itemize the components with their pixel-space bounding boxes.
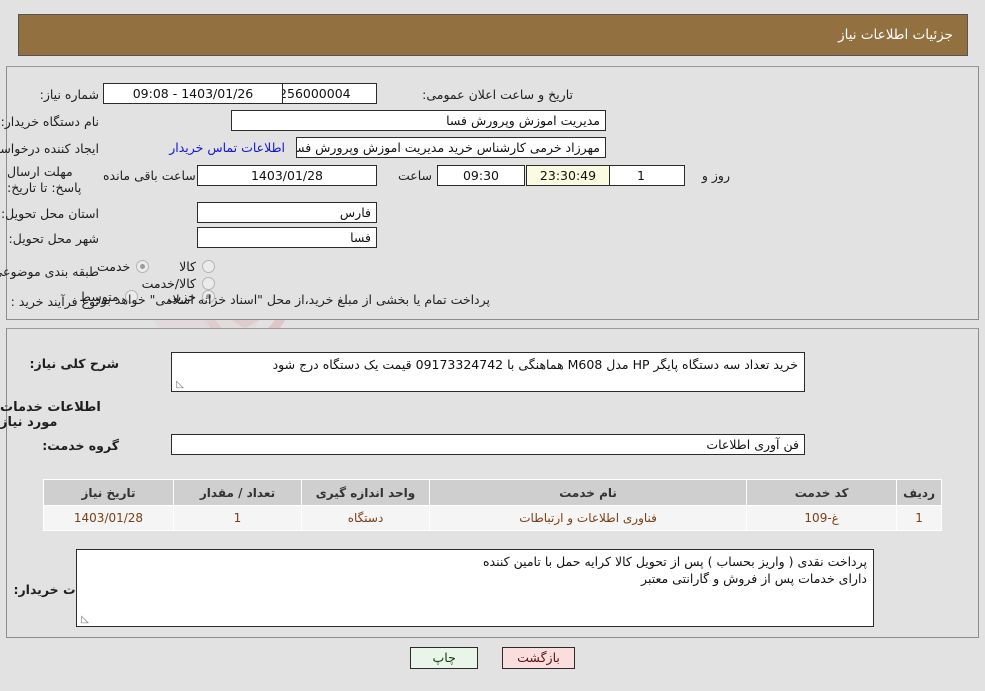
buyer-org-label: نام دستگاه خریدار:	[0, 113, 99, 129]
th-unit: واحد اندازه گیری	[301, 479, 430, 506]
th-need-date: تاریخ نیاز	[43, 479, 174, 506]
deadline-time: 09:30	[437, 165, 525, 186]
city-row: شهر محل تحویل:	[9, 227, 99, 249]
services-heading: اطلاعات خدمات مورد نیاز	[0, 400, 101, 430]
td-unit: دستگاه	[301, 505, 430, 531]
announce-label: تاریخ و ساعت اعلان عمومی:	[422, 86, 573, 102]
service-group-label: گروه خدمت:	[42, 438, 119, 453]
th-radif: ردیف	[896, 479, 942, 506]
category-option-label: خدمت	[97, 259, 131, 274]
radio-icon[interactable]	[202, 260, 215, 273]
buyer-notes-line-2: دارای خدمات پس از فروش و گارانتی معتبر	[641, 571, 867, 586]
category-option-label: کالا	[179, 259, 196, 274]
table-row: 1 غ-109 فناوری اطلاعات و ارتباطات دستگاه…	[43, 505, 942, 531]
province-row: استان محل تحویل:	[1, 202, 99, 224]
td-need-date: 1403/01/28	[43, 505, 174, 531]
buyer-notes-line-1: پرداخت نقدی ( واریز بحساب ) پس از تحویل …	[483, 554, 867, 569]
radio-icon[interactable]	[136, 260, 150, 273]
services-table: ردیف کد خدمت نام خدمت واحد اندازه گیری ت…	[43, 479, 942, 531]
category-option-khedmat[interactable]: خدمت	[97, 259, 150, 274]
creator-value: مهرزاد خرمی کارشناس خرید مدیریت اموزش وپ…	[296, 137, 606, 158]
province-label: استان محل تحویل:	[0, 205, 99, 221]
td-quantity: 1	[173, 505, 302, 531]
td-service-name: فناوری اطلاعات و ارتباطات	[428, 505, 748, 531]
print-button[interactable]: چاپ	[410, 647, 479, 669]
page-title: جزئیات اطلاعات نیاز	[838, 27, 953, 43]
city-label: شهر محل تحویل:	[8, 230, 99, 246]
buyer-org-value: مدیریت اموزش وپرورش فسا	[231, 110, 606, 131]
deadline-time-label: ساعت	[397, 168, 432, 183]
need-number-label: شماره نیاز:	[39, 86, 99, 102]
announce-row: تاریخ و ساعت اعلان عمومی:	[422, 83, 573, 105]
announce-value: 1403/01/26 - 09:08	[103, 83, 283, 104]
deadline-label-block: مهلت ارسال پاسخ: تا تاریخ:	[7, 164, 99, 196]
summary-textarea[interactable]: خرید تعداد سه دستگاه پایگر HP مدل M608 ه…	[171, 352, 805, 392]
buyer-org-row: نام دستگاه خریدار:	[1, 110, 99, 132]
td-radif: 1	[896, 505, 942, 531]
deadline-label: مهلت ارسال پاسخ: تا تاریخ:	[7, 164, 82, 195]
process-type-note: پرداخت تمام یا بخشی از مبلغ خرید،از محل …	[91, 292, 490, 307]
deadline-remaining-label: ساعت باقی مانده	[103, 168, 196, 183]
deadline-date: 1403/01/28	[197, 165, 377, 186]
buyer-notes-textarea[interactable]: پرداخت نقدی ( واریز بحساب ) پس از تحویل …	[76, 549, 874, 627]
service-group-value: فن آوری اطلاعات	[171, 434, 805, 455]
table-header-row: ردیف کد خدمت نام خدمت واحد اندازه گیری ت…	[43, 479, 942, 506]
th-service-code: کد خدمت	[746, 479, 898, 506]
deadline-days-label: روز و	[701, 168, 730, 183]
resize-grip-icon[interactable]: ◺	[79, 615, 89, 625]
window-titlebar: جزئیات اطلاعات نیاز	[18, 14, 968, 56]
page-root: AriaTender.net جزئیات اطلاعات نیاز شماره…	[0, 0, 985, 691]
resize-grip-icon[interactable]: ◺	[174, 380, 184, 390]
category-option-kala[interactable]: کالا	[179, 259, 215, 274]
deadline-days: 1	[597, 165, 685, 186]
need-number-row: شماره نیاز:	[40, 83, 99, 105]
creator-row: ایجاد کننده درخواست:	[0, 137, 99, 159]
th-quantity: تعداد / مقدار	[173, 479, 302, 506]
summary-value: خرید تعداد سه دستگاه پایگر HP مدل M608 ه…	[272, 357, 798, 372]
footer-button-bar: بازگشت چاپ	[0, 647, 985, 669]
td-service-code: غ-109	[746, 505, 898, 531]
creator-label: ایجاد کننده درخواست:	[0, 140, 99, 156]
province-value: فارس	[197, 202, 377, 223]
back-button[interactable]: بازگشت	[502, 647, 575, 669]
city-value: فسا	[197, 227, 377, 248]
th-service-name: نام خدمت	[428, 479, 748, 506]
buyer-contact-link[interactable]: اطلاعات تماس خریدار	[155, 140, 285, 155]
summary-label: شرح کلی نیاز:	[29, 356, 119, 371]
deadline-countdown: 23:30:49	[526, 165, 610, 186]
category-options: کالا خدمت کالا/خدمت	[0, 259, 215, 293]
